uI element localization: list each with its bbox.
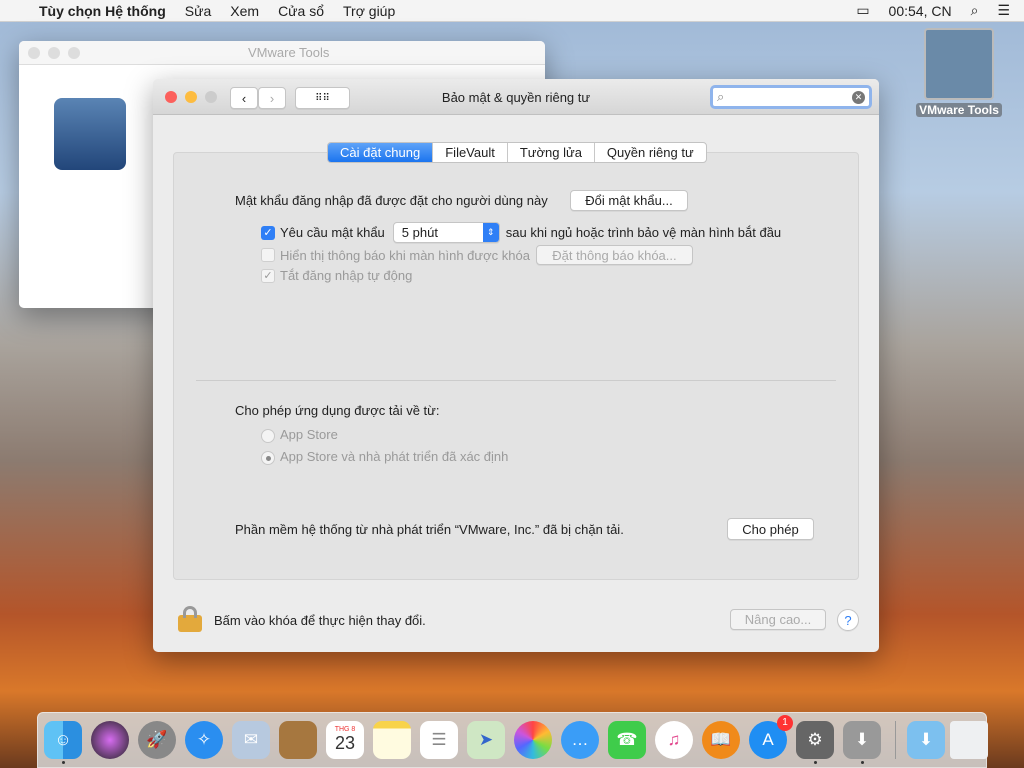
dock-ibooks[interactable]: 📖 — [702, 721, 740, 759]
allow-button[interactable]: Cho phép — [727, 518, 814, 540]
dock: ☺ 🚀 ✧ ✉ THG 8 23 ☰ ➤ … ☎ ♫ 📖 A 1 ⚙ ⬇ ⬇ — [37, 712, 988, 768]
lock-icon[interactable] — [178, 606, 202, 632]
dock-itunes[interactable]: ♫ — [655, 721, 693, 759]
window-title: VMware Tools — [248, 45, 330, 60]
dock-finder[interactable]: ☺ — [44, 721, 82, 759]
dock-maps[interactable]: ➤ — [467, 721, 505, 759]
require-password-label: Yêu cầu mật khẩu — [280, 225, 385, 240]
show-message-label: Hiển thị thông báo khi màn hình được khó… — [280, 247, 530, 263]
dock-launchpad[interactable]: 🚀 — [138, 721, 176, 759]
tab-firewall[interactable]: Tường lửa — [508, 143, 595, 162]
menu-app[interactable]: Tùy chọn Hệ thống — [39, 3, 166, 19]
notification-badge: 1 — [777, 715, 793, 731]
tab-filevault[interactable]: FileVault — [433, 143, 508, 162]
dock-siri[interactable] — [91, 721, 129, 759]
disable-autologin-label: Tắt đăng nhập tự động — [280, 268, 413, 283]
tab-privacy[interactable]: Quyền riêng tư — [595, 143, 706, 162]
change-password-button[interactable]: Đổi mật khẩu... — [570, 190, 688, 211]
allow-apps-label: Cho phép ứng dụng được tải về từ: — [235, 403, 440, 418]
divider — [196, 380, 836, 381]
tab-general[interactable]: Cài đặt chung — [328, 143, 434, 162]
delay-select[interactable]: 5 phút ⇕ — [392, 222, 500, 243]
dock-photos[interactable] — [514, 721, 552, 759]
advanced-button[interactable]: Nâng cao... — [730, 609, 826, 630]
dock-mail[interactable]: ✉ — [232, 721, 270, 759]
display-icon[interactable]: ▭ — [856, 2, 869, 19]
dock-messages[interactable]: … — [561, 721, 599, 759]
radio-identified-developers[interactable] — [261, 450, 275, 465]
clear-search-icon[interactable]: ✕ — [852, 90, 865, 104]
set-lock-message-button[interactable]: Đặt thông báo khóa... — [535, 245, 693, 265]
lock-label: Bấm vào khóa để thực hiện thay đổi. — [214, 613, 426, 628]
disk-icon — [924, 28, 994, 100]
select-arrows-icon: ⇕ — [482, 223, 499, 242]
dock-downloads[interactable]: ⬇ — [907, 721, 945, 759]
spotlight-icon[interactable]: ⌕ — [971, 2, 979, 19]
clock[interactable]: 00:54, CN — [889, 3, 952, 19]
dock-system-preferences[interactable]: ⚙ — [796, 721, 834, 759]
search-input[interactable]: ⌕ ✕ — [710, 85, 872, 109]
security-privacy-window: ‹ › ⠿⠿ Bảo mật & quyền riêng tư ⌕ ✕ Cài … — [153, 79, 879, 652]
tab-bar: Cài đặt chung FileVault Tường lửa Quyền … — [327, 142, 707, 163]
dock-contacts[interactable] — [279, 721, 317, 759]
search-icon: ⌕ — [717, 89, 725, 104]
help-button[interactable]: ? — [837, 609, 859, 631]
require-suffix-label: sau khi ngủ hoặc trình bảo vệ màn hình b… — [505, 225, 782, 240]
dock-safari[interactable]: ✧ — [185, 721, 223, 759]
vmware-installer-icon[interactable] — [54, 98, 126, 170]
dock-trash[interactable] — [950, 721, 988, 759]
dock-separator — [895, 721, 896, 759]
dock-notes[interactable] — [373, 721, 411, 759]
show-message-checkbox[interactable] — [261, 248, 275, 262]
dock-app-store[interactable]: A 1 — [749, 715, 793, 759]
menu-help[interactable]: Trợ giúp — [343, 3, 395, 19]
dock-calendar[interactable]: THG 8 23 — [326, 721, 364, 759]
password-label: Mật khẩu đăng nhập đã được đặt cho người… — [235, 193, 548, 208]
require-password-checkbox[interactable]: ✓ — [261, 225, 275, 240]
blocked-software-label: Phần mềm hệ thống từ nhà phát triển “VMw… — [235, 522, 624, 537]
settings-panel — [173, 152, 859, 580]
dock-reminders[interactable]: ☰ — [420, 721, 458, 759]
dock-facetime[interactable]: ☎ — [608, 721, 646, 759]
disable-autologin-checkbox[interactable]: ✓ — [261, 268, 275, 283]
notification-center-icon[interactable]: ☰ — [997, 2, 1010, 19]
menu-view[interactable]: Xem — [230, 3, 259, 19]
radio-app-store[interactable] — [261, 428, 275, 443]
desktop-vmware-tools[interactable]: VMware Tools — [916, 28, 1002, 117]
desktop-icon-label: VMware Tools — [916, 103, 1002, 117]
dock-installer[interactable]: ⬇ — [843, 721, 881, 759]
menu-bar: Tùy chọn Hệ thống Sửa Xem Cửa sổ Trợ giú… — [0, 0, 1024, 22]
menu-window[interactable]: Cửa sổ — [278, 3, 324, 19]
menu-edit[interactable]: Sửa — [185, 3, 212, 19]
